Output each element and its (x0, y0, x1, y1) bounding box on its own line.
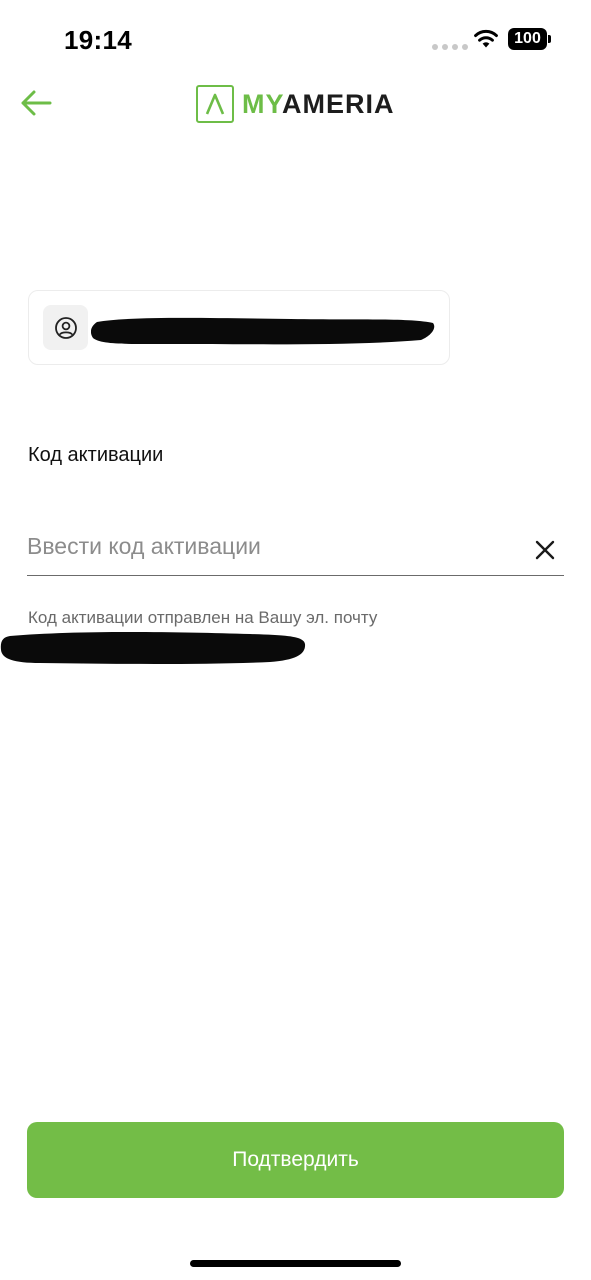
logo-ameria: AMERIA (282, 88, 395, 119)
home-indicator (190, 1260, 401, 1267)
arrow-left-icon (21, 90, 52, 116)
activation-code-field (27, 520, 564, 576)
redacted-email (0, 632, 306, 664)
signal-icon (432, 44, 468, 50)
avatar (43, 305, 88, 350)
wifi-icon (474, 29, 498, 48)
myameria-logo: MYAMERIA (196, 85, 395, 123)
redacted-username (91, 317, 435, 345)
close-icon (535, 540, 555, 560)
back-button[interactable] (16, 84, 56, 124)
activation-code-input[interactable] (27, 526, 507, 566)
status-bar: 19:14 100 (0, 0, 591, 80)
user-circle-icon (54, 316, 77, 339)
logo-text: MYAMERIA (242, 89, 395, 120)
confirm-button[interactable]: Подтвердить (27, 1122, 564, 1198)
activation-hint: Код активации отправлен на Вашу эл. почт… (28, 608, 378, 627)
logo-mark-icon (196, 85, 234, 123)
battery-icon: 100 (508, 28, 551, 50)
logo-my: MY (242, 88, 283, 119)
activation-code-label: Код активации (28, 444, 164, 466)
user-card (28, 290, 450, 365)
battery-level: 100 (508, 28, 547, 50)
clear-button[interactable] (533, 538, 557, 562)
status-time: 19:14 (64, 25, 132, 55)
